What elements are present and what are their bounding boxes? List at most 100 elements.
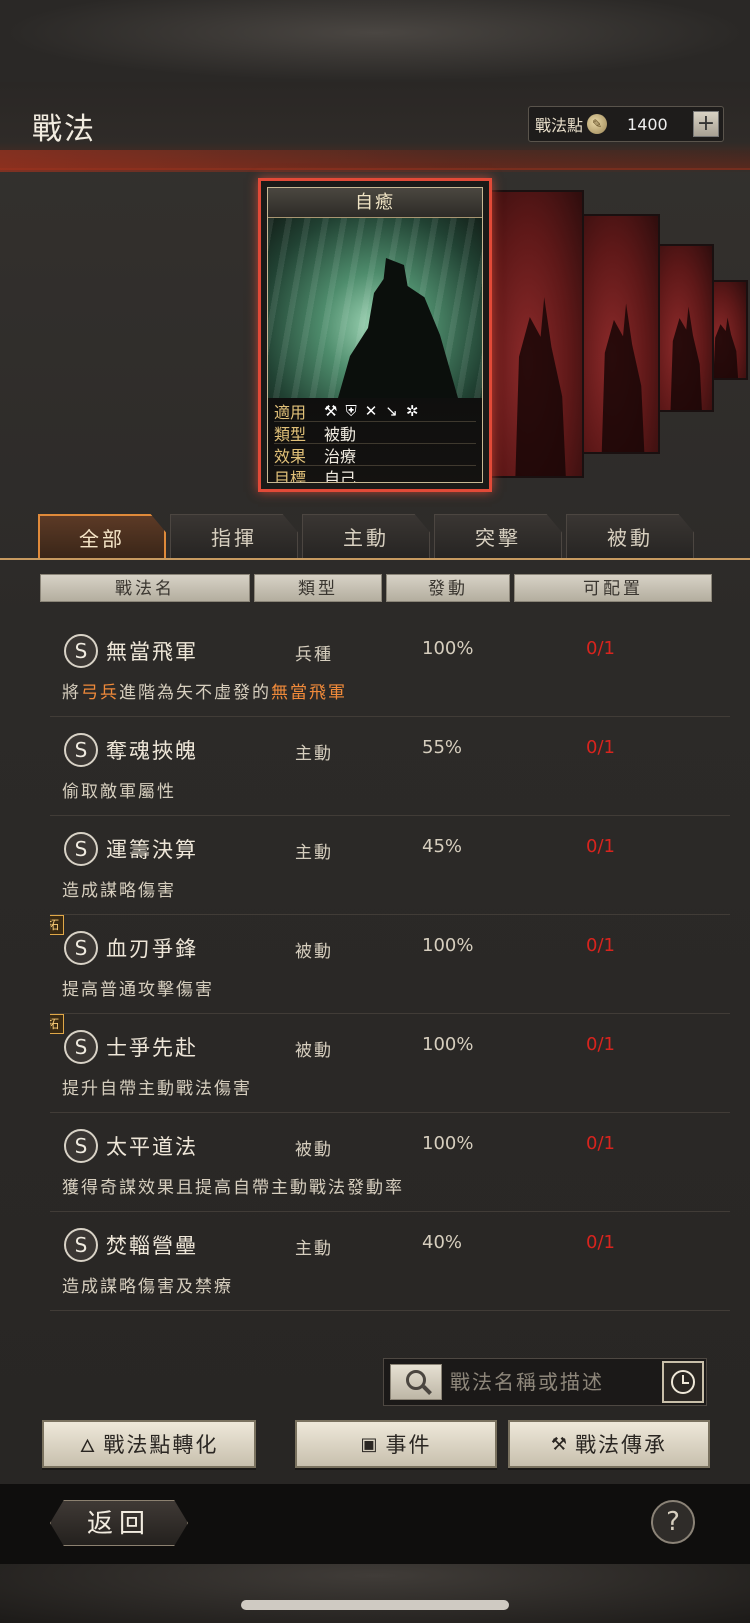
table-row[interactable]: 拓 S 士爭先赴 被動 100% 0/1 提升自帶主動戰法傷害 [50,1014,730,1113]
grade-badge: S [64,1129,98,1163]
tab-active[interactable]: 主動 [302,514,430,560]
tab-assault[interactable]: 突擊 [434,514,562,560]
table-header: 戰法名 類型 發動 可配置 [40,574,712,602]
tactic-config: 0/1 [586,935,615,956]
tactic-config: 0/1 [586,1133,615,1154]
inherit-tactic-button[interactable]: ⚒ 戰法傳承 [508,1420,710,1468]
column-header-config[interactable]: 可配置 [514,574,712,602]
tactic-type: 兵種 [295,645,333,665]
table-row[interactable]: S 無當飛軍 兵種 100% 0/1 將弓兵進階為矢不虛發的無當飛軍 [50,618,730,717]
filter-tabs: 全部 指揮 主動 突擊 被動 [38,514,718,560]
tactic-description: 提升自帶主動戰法傷害 [62,1079,252,1099]
grade-badge: S [64,1228,98,1262]
search-button[interactable] [390,1364,442,1400]
grade-badge: S [64,634,98,668]
help-icon[interactable]: ? [651,1500,695,1544]
tab-passive[interactable]: 被動 [566,514,694,560]
tactic-rate: 100% [422,1034,474,1055]
tactic-name: 奪魂挾魄 [106,739,198,763]
hammer-icon: ⚒ [550,1433,570,1455]
grade-badge: S [64,931,98,965]
tactic-name: 血刃爭鋒 [106,937,198,961]
tactic-name: 太平道法 [106,1135,198,1159]
grade-badge: S [64,1030,98,1064]
wheel-icon: ✲ [405,401,419,420]
crossbow-icon: ✕ [364,401,378,420]
expand-tag: 拓 [50,1014,64,1034]
tactic-rate: 100% [422,638,474,659]
axe-icon: ⚒ [324,401,338,420]
tactic-rate: 100% [422,1133,474,1154]
tactic-rate: 55% [422,737,463,758]
tactic-points-box: 戰法點 ✎ 1400 + [528,106,724,142]
card-back-2[interactable] [580,214,660,454]
table-row[interactable]: S 奪魂挾魄 主動 55% 0/1 偷取敵軍屬性 [50,717,730,816]
tactic-type: 被動 [295,1041,333,1061]
spear-icon: ↘ [385,401,398,420]
back-button[interactable]: 返回 [50,1500,188,1546]
inherit-tactic-label: 戰法傳承 [575,1433,668,1457]
grade-badge: S [64,832,98,866]
search-input[interactable] [450,1363,650,1401]
bottom-background [0,1564,750,1623]
points-value: 1400 [627,114,668,134]
column-header-type[interactable]: 類型 [254,574,382,602]
stat-value: 治療 [324,446,357,466]
history-button[interactable] [662,1361,704,1403]
stat-key: 類型 [274,424,307,444]
tactic-list: S 無當飛軍 兵種 100% 0/1 將弓兵進階為矢不虛發的無當飛軍 S 奪魂挾… [50,618,730,1318]
column-header-name[interactable]: 戰法名 [40,574,250,602]
tab-command[interactable]: 指揮 [170,514,298,560]
table-row[interactable]: S 焚輜營壘 主動 40% 0/1 造成謀略傷害及禁療 [50,1212,730,1311]
tactic-type: 被動 [295,1140,333,1160]
table-row[interactable]: S 運籌決算 主動 45% 0/1 造成謀略傷害 [50,816,730,915]
convert-points-button[interactable]: 🜂 戰法點轉化 [42,1420,256,1468]
tactic-description: 偷取敵軍屬性 [62,782,176,802]
card-illustration [268,218,482,398]
tactic-name: 無當飛軍 [106,640,198,664]
tactic-rate: 40% [422,1232,463,1253]
tactic-description: 造成謀略傷害及禁療 [62,1277,233,1297]
selected-tactic-card[interactable]: 自癒 適用 ⚒ ⛨ ✕ ↘ ✲ 類型 被動 效果 治療 目標 自己 [258,178,492,492]
add-points-button[interactable]: + [693,111,719,137]
tactic-rate: 100% [422,935,474,956]
tactic-description: 獲得奇謀效果且提高自帶主動戰法發動率 [62,1178,404,1198]
stat-key: 適用 [274,402,307,422]
stat-key: 目標 [274,468,307,483]
card-title: 自癒 [268,188,482,218]
column-header-rate[interactable]: 發動 [386,574,510,602]
tactic-rate: 45% [422,836,463,857]
card-back-1[interactable] [490,190,584,478]
flame-icon: 🜂 [79,1435,98,1457]
tactic-name: 焚輜營壘 [106,1234,198,1258]
tactic-config: 0/1 [586,1232,615,1253]
tactic-config: 0/1 [586,737,615,758]
stat-value: 自己 [324,468,357,483]
table-row[interactable]: S 太平道法 被動 100% 0/1 獲得奇謀效果且提高自帶主動戰法發動率 [50,1113,730,1212]
stat-key: 效果 [274,446,307,466]
coin-icon: ✎ [587,114,608,134]
points-label: 戰法點 [535,116,584,135]
card-back-3[interactable] [654,244,714,412]
tab-all[interactable]: 全部 [38,514,166,560]
tab-divider [0,558,750,560]
tactic-description: 提高普通攻擊傷害 [62,980,214,1000]
tactic-config: 0/1 [586,836,615,857]
page-title: 戰法 [32,112,96,147]
convert-points-label: 戰法點轉化 [103,1433,219,1457]
stat-value: 被動 [324,424,357,444]
tactic-name: 士爭先赴 [106,1036,198,1060]
search-bar [383,1358,707,1406]
tactic-name: 運籌決算 [106,838,198,862]
header-glow [0,150,750,172]
tactic-type: 主動 [295,744,333,764]
event-button[interactable]: ▣ 事件 [295,1420,497,1468]
shield-icon: ⛨ [345,401,357,420]
tactic-config: 0/1 [586,638,615,659]
table-row[interactable]: 拓 S 血刃爭鋒 被動 100% 0/1 提高普通攻擊傷害 [50,915,730,1014]
tactic-description: 將弓兵進階為矢不虛發的無當飛軍 [62,683,347,703]
tactic-type: 主動 [295,1239,333,1259]
event-label: 事件 [385,1433,432,1457]
tactic-description: 造成謀略傷害 [62,881,176,901]
home-indicator[interactable] [241,1600,509,1610]
